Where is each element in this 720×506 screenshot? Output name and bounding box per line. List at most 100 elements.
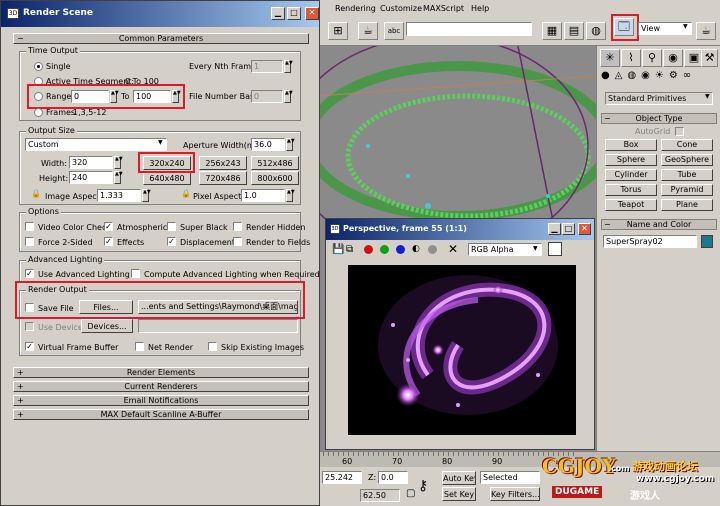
teapot-icon[interactable]: ☕ [358, 22, 378, 40]
virtual-frame-buffer-checkbox[interactable]: ✓ [25, 342, 34, 351]
render-scene-icon[interactable]: 🗔 [614, 18, 634, 36]
render-to-fields-checkbox[interactable] [233, 237, 242, 246]
menu-customize[interactable]: Customize [380, 3, 422, 15]
menu-maxscript[interactable]: MAXScript [423, 3, 464, 15]
modify-tab-icon[interactable]: ⌇ [621, 49, 641, 67]
key-icon[interactable]: ⚷ [418, 478, 428, 494]
preset-256x243-button[interactable]: 256x243 [199, 156, 247, 170]
green-channel-icon[interactable] [380, 245, 389, 254]
object-cone-button[interactable]: Cone [661, 139, 713, 151]
range-to-field[interactable]: 100 [133, 90, 171, 103]
category-dropdown[interactable]: Standard Primitives [605, 92, 713, 105]
coord-z-field[interactable]: 0.0 [378, 471, 408, 484]
width-field[interactable]: 320 [69, 156, 113, 169]
files-button[interactable]: Files... [79, 300, 133, 314]
rollout-email-notifications[interactable]: + Email Notifications [13, 395, 309, 406]
object-color-swatch[interactable] [701, 235, 713, 248]
channel-dropdown[interactable]: RGB Alpha [468, 243, 542, 256]
effects-checkbox[interactable]: ✓ [104, 237, 113, 246]
clone-icon[interactable]: ⧉ [346, 244, 353, 255]
maximize-button[interactable]: □ [287, 7, 301, 20]
maximize-button[interactable]: □ [562, 223, 575, 235]
object-sphere-button[interactable]: Sphere [605, 154, 657, 166]
lock-icon[interactable]: 🔒 [31, 189, 41, 198]
preset-320x240-button[interactable]: 320x240 [143, 156, 191, 170]
height-field[interactable]: 240 [69, 171, 113, 184]
spinner[interactable]: ▲▼ [114, 156, 123, 169]
minimize-button[interactable]: ▁ [271, 7, 285, 20]
minimize-button[interactable]: ▁ [548, 223, 561, 235]
title-bar[interactable]: 3D Render Scene ▁ □ ✕ [1, 1, 319, 27]
object-geosphere-button[interactable]: GeoSphere [661, 154, 713, 166]
red-channel-icon[interactable] [364, 245, 373, 254]
set-key-button[interactable]: Set Key [442, 487, 476, 501]
object-name-field[interactable]: SuperSpray02 [603, 235, 697, 248]
preset-640x480-button[interactable]: 640x480 [143, 171, 191, 185]
spinner[interactable]: ▲▼ [110, 90, 119, 103]
color-swatch[interactable] [548, 242, 562, 256]
range-from-field[interactable]: 0 [71, 90, 109, 103]
key-filters-button[interactable]: Key Filters... [490, 487, 540, 501]
pixel-aspect-field[interactable]: 1.0 [241, 189, 285, 202]
preset-800x600-button[interactable]: 800x600 [251, 171, 299, 185]
rollout-scanline[interactable]: + MAX Default Scanline A-Buffer [13, 409, 309, 420]
object-torus-button[interactable]: Torus [605, 184, 657, 196]
devices-button[interactable]: Devices... [81, 319, 133, 333]
menu-rendering[interactable]: Rendering [335, 3, 376, 15]
spinner[interactable]: ▲▼ [114, 171, 123, 184]
rollout-render-elements[interactable]: + Render Elements [13, 367, 309, 378]
utilities-tab-icon[interactable]: ⚒ [701, 49, 718, 67]
menu-help[interactable]: Help [471, 3, 489, 15]
autogrid-checkbox[interactable] [675, 127, 684, 136]
range-radio[interactable] [34, 92, 43, 101]
object-type-header[interactable]: − Object Type [601, 113, 717, 124]
rollout-current-renderers[interactable]: + Current Renderers [13, 381, 309, 392]
quick-render-icon[interactable]: ☕ [696, 22, 716, 40]
preset-720x486-button[interactable]: 720x486 [199, 171, 247, 185]
preset-512x486-button[interactable]: 512x486 [251, 156, 299, 170]
compute-advanced-lighting-checkbox[interactable] [131, 269, 140, 278]
single-radio[interactable] [34, 62, 43, 71]
name-color-header[interactable]: − Name and Color [601, 219, 717, 230]
motion-tab-icon[interactable]: ◉ [663, 49, 683, 67]
material-editor-icon[interactable]: ◍ [586, 22, 606, 40]
object-teapot-button[interactable]: Teapot [605, 199, 657, 211]
save-file-checkbox[interactable] [25, 303, 34, 312]
object-tube-button[interactable]: Tube [661, 169, 713, 181]
output-preset-dropdown[interactable]: Custom [25, 138, 167, 151]
object-pyramid-button[interactable]: Pyramid [661, 184, 713, 196]
image-aspect-field[interactable]: 1.333 [97, 189, 141, 202]
lock-icon[interactable]: 🔒 [181, 189, 191, 198]
close-button[interactable]: ✕ [578, 223, 591, 235]
spinner[interactable]: ▲▼ [286, 189, 295, 202]
close-button[interactable]: ✕ [305, 7, 319, 20]
lock-icon[interactable]: ▢ [406, 488, 415, 499]
schematic-icon[interactable]: ▤ [564, 22, 584, 40]
video-color-check-checkbox[interactable] [25, 222, 34, 231]
atmospherics-checkbox[interactable]: ✓ [104, 222, 113, 231]
save-icon[interactable]: 💾 [332, 244, 344, 255]
use-device-checkbox[interactable] [25, 322, 34, 331]
frame-title-bar[interactable]: 3D Perspective, frame 55 (1:1) ▁ □ ✕ [326, 219, 594, 240]
create-tab-icon[interactable]: ✳ [600, 49, 620, 67]
object-plane-button[interactable]: Plane [661, 199, 713, 211]
named-selection-icon[interactable]: ⊞ [328, 22, 348, 40]
skip-existing-checkbox[interactable] [208, 342, 217, 351]
alpha-channel-icon[interactable] [428, 245, 437, 254]
active-segment-radio[interactable] [34, 77, 43, 86]
displacement-checkbox[interactable]: ✓ [167, 237, 176, 246]
output-path-field[interactable]: ...ents and Settings\Raymond\桌面\magic.av… [138, 300, 298, 314]
hierarchy-tab-icon[interactable]: ⚲ [642, 49, 662, 67]
net-render-checkbox[interactable] [135, 342, 144, 351]
aperture-field[interactable]: 36.0 [251, 138, 285, 151]
use-advanced-lighting-checkbox[interactable]: ✓ [25, 269, 34, 278]
spinner[interactable]: ▲▼ [142, 189, 151, 202]
abc-icon[interactable]: abc [384, 22, 404, 40]
spinner[interactable]: ▲▼ [172, 90, 181, 103]
key-mode-dropdown[interactable]: Selected [480, 471, 540, 484]
curve-editor-icon[interactable]: ▦ [542, 22, 562, 40]
force-2sided-checkbox[interactable] [25, 237, 34, 246]
render-hidden-checkbox[interactable] [233, 222, 242, 231]
clear-icon[interactable]: ✕ [448, 242, 458, 256]
mono-icon[interactable]: ◐ [412, 244, 420, 254]
